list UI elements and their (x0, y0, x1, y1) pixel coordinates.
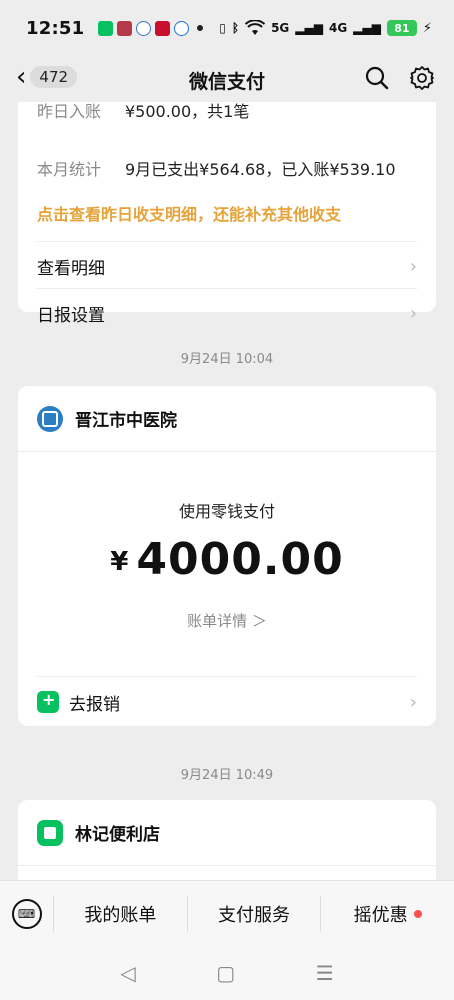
system-icons: ▯ ᛒ 5G ▂▄▆ 4G ▂▄▆ 81 ⚡ (219, 20, 432, 36)
system-nav-bar: ◁ ▢ ☰ (0, 946, 454, 1000)
currency-symbol: ¥ (110, 547, 129, 577)
signal-bars-icon: ▂▄▆ (295, 21, 323, 35)
view-yesterday-details-link[interactable]: 点击查看昨日收支明细，还能补充其他收支 (37, 201, 341, 225)
merchant-header: 晋江市中医院 (18, 386, 436, 452)
tab-label: 支付服务 (218, 904, 290, 926)
tab-shake-offers[interactable]: 摇优惠 (321, 896, 454, 932)
store-logo-icon (37, 819, 63, 846)
cloud-notification-icon (136, 20, 152, 36)
reimburse-icon (37, 690, 59, 713)
merchant-name: 晋江市中医院 (75, 411, 177, 431)
wifi-icon (245, 20, 266, 35)
reimburse-row[interactable]: 去报销 › (18, 678, 436, 726)
gear-icon[interactable] (409, 65, 435, 91)
wechat-pay-screen: 12:51 ▯ ᛒ 5G ▂▄▆ 4G ▂▄▆ 81 ⚡ ‹ 472 微信支付 … (0, 0, 454, 1000)
amount: ¥ 4000.00 (18, 534, 436, 585)
merchant-name: 林记便利店 (75, 825, 160, 845)
clock: 12:51 (26, 17, 85, 39)
status-bar: 12:51 ▯ ᛒ 5G ▂▄▆ 4G ▂▄▆ 81 ⚡ (0, 0, 454, 56)
search-icon[interactable] (364, 65, 390, 91)
row-key: 昨日入账 (37, 102, 102, 121)
signal-4g-icon: 4G (328, 21, 348, 35)
bill-details-link[interactable]: 账单详情 ＞ (18, 610, 436, 631)
payment-card-2[interactable]: 林记便利店 (18, 800, 436, 880)
divider (37, 676, 417, 677)
signal-bars-icon-2: ▂▄▆ (353, 21, 381, 35)
bottom-menu-bar: ⌨ 我的账单 支付服务 摇优惠 (0, 880, 454, 946)
row-key: 本月统计 (37, 160, 102, 179)
chevron-right-icon: › (409, 691, 417, 713)
divider (37, 241, 417, 242)
tab-my-bills[interactable]: 我的账单 (54, 895, 188, 932)
menu-label: 查看明细 (37, 258, 105, 279)
notification-icons (98, 20, 204, 36)
divider (37, 288, 417, 289)
merchant-header: 林记便利店 (18, 800, 436, 866)
wechat-notification-icon (98, 20, 114, 36)
tab-label: 摇优惠 (353, 904, 408, 926)
recents-menu-icon[interactable]: ☰ (316, 961, 334, 985)
app-notification-icon (117, 20, 133, 36)
payment-method: 使用零钱支付 (178, 502, 275, 521)
hospital-logo-icon (37, 405, 63, 432)
signal-5g-icon: 5G (271, 21, 290, 35)
timestamp: 9月24日 10:04 (180, 352, 274, 367)
menu-label: 日报设置 (37, 305, 105, 326)
back-triangle-icon[interactable]: ◁ (120, 961, 135, 985)
telecom-notification-icon (174, 20, 190, 36)
reimburse-label: 去报销 (69, 694, 120, 715)
keyboard-icon: ⌨ (11, 898, 42, 929)
new-badge-dot (413, 909, 422, 918)
daily-report-card: 昨日入账 ¥500.00，共1笔 本月统计 9月已支出¥564.68，已入账¥5… (18, 102, 436, 326)
home-square-icon[interactable]: ▢ (216, 961, 235, 985)
timestamp: 9月24日 10:49 (180, 768, 274, 783)
bank-notification-icon (155, 20, 171, 36)
keyboard-toggle-button[interactable]: ⌨ (0, 895, 54, 932)
vibrate-icon: ▯ (219, 21, 226, 35)
chevron-right-icon: › (409, 255, 417, 277)
message-list[interactable]: 昨日入账 ¥500.00，共1笔 本月统计 9月已支出¥564.68，已入账¥5… (0, 102, 454, 880)
yesterday-income-row: 昨日入账 ¥500.00，共1笔 (37, 102, 249, 122)
tab-label: 我的账单 (84, 904, 157, 926)
daily-settings-row[interactable]: 日报设置 › (18, 290, 436, 336)
view-details-row[interactable]: 查看明细 › (18, 243, 436, 289)
payment-card[interactable]: 晋江市中医院 使用零钱支付 ¥ 4000.00 账单详情 ＞ 去报销 › (18, 386, 436, 726)
row-value: ¥500.00，共1笔 (125, 102, 250, 121)
charging-icon: ⚡ (422, 20, 432, 36)
monthly-stats-row: 本月统计 9月已支出¥564.68，已入账¥539.10 (37, 156, 396, 180)
row-value: 9月已支出¥564.68，已入账¥539.10 (125, 160, 396, 179)
bluetooth-icon: ᛒ (231, 21, 240, 35)
battery-icon: 81 (386, 20, 417, 36)
nav-bar: ‹ 472 微信支付 (0, 56, 454, 102)
tab-payment-services[interactable]: 支付服务 (188, 895, 322, 932)
amount-value: 4000.00 (136, 534, 344, 585)
more-notifications-icon (197, 25, 204, 31)
chevron-right-icon: › (409, 302, 417, 324)
